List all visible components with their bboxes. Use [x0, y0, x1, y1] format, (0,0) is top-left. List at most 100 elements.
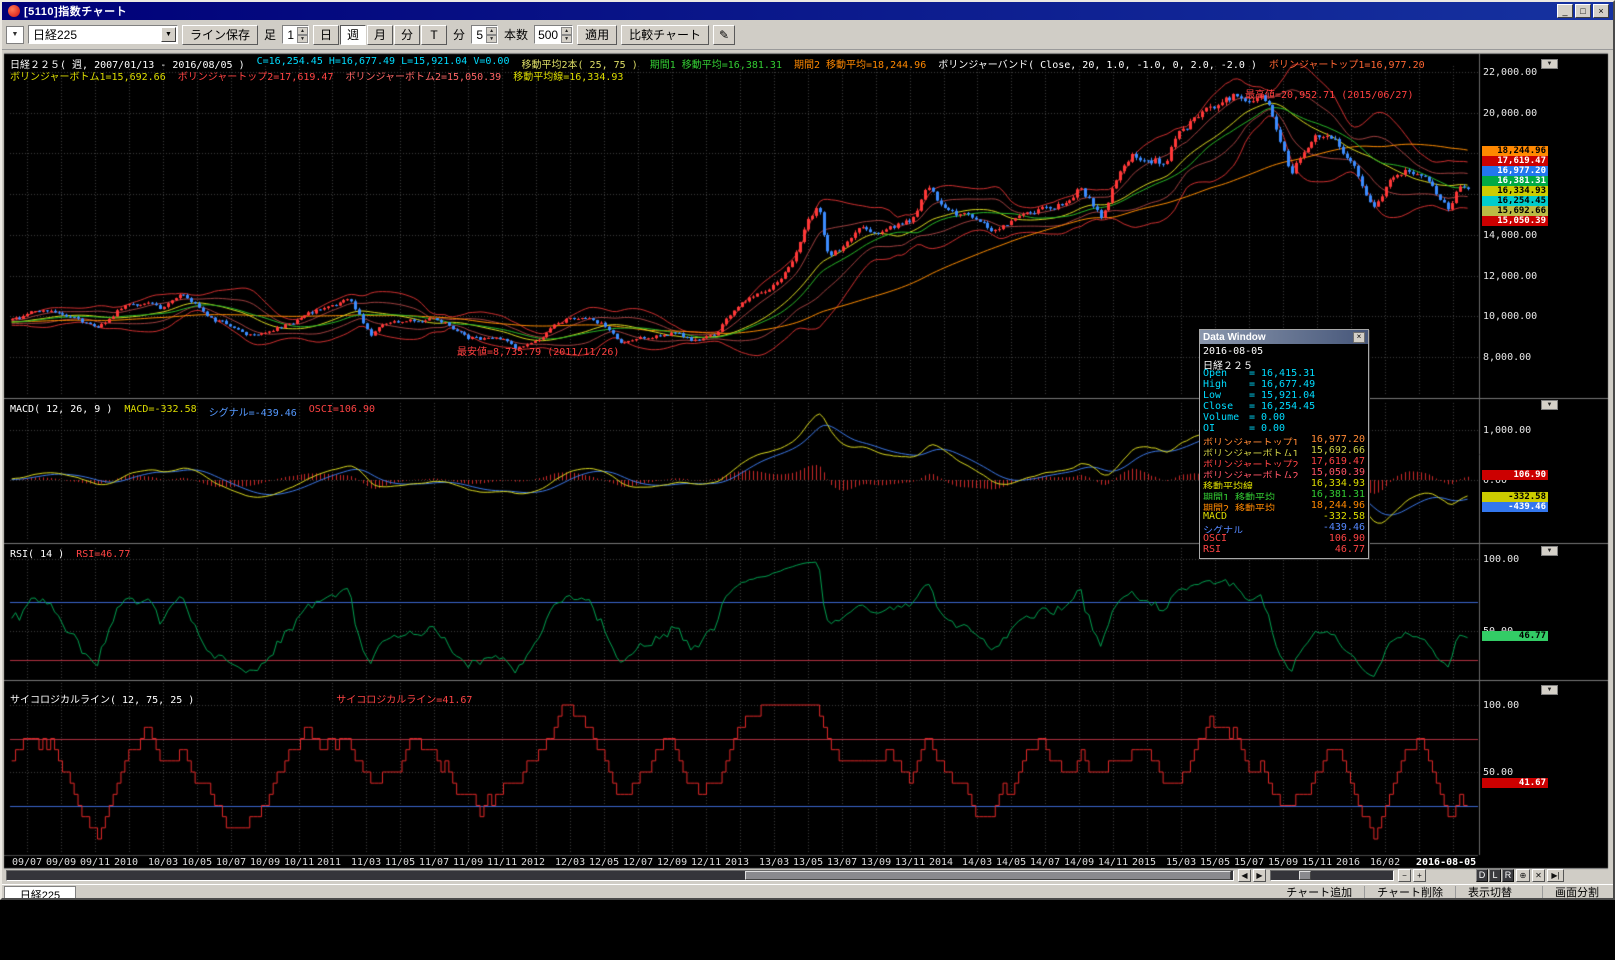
toggle-display-button[interactable]: 表示切替	[1455, 886, 1524, 900]
scroll-right-button[interactable]: ▶	[1253, 869, 1266, 882]
apply-button[interactable]: 適用	[577, 25, 617, 45]
data-window-titlebar[interactable]: Data Window ×	[1200, 330, 1368, 344]
data-window-row: 期間1 移動平均16,381.31	[1203, 489, 1365, 500]
x-axis-label: 10/11	[284, 857, 314, 868]
panel-collapse-button[interactable]: ▼	[1541, 400, 1558, 410]
indicator-tag: -439.46	[1482, 502, 1548, 512]
chart-tab[interactable]: 日経225	[4, 886, 76, 900]
scrollbar-track[interactable]	[6, 870, 1234, 881]
price-tag: 16,977.20	[1482, 166, 1548, 176]
data-window-row-value: 16,334.93	[1311, 478, 1365, 489]
equals-sign: =	[1249, 379, 1261, 390]
data-window-row-label: Close	[1203, 401, 1249, 412]
chart-canvas[interactable]	[2, 2, 1615, 900]
x-axis-label: 14/09	[1064, 857, 1094, 868]
zoom-slider-thumb[interactable]	[1299, 871, 1311, 880]
indicator-value: RSI=46.77	[76, 549, 130, 560]
jump-latest-button[interactable]: ▶|	[1547, 869, 1564, 882]
price-tag: 17,619.47	[1482, 156, 1548, 166]
add-chart-button[interactable]: チャート追加	[1274, 886, 1364, 900]
ashi-count-spinner[interactable]: 1 ▲▼	[282, 25, 309, 44]
minute-spinner[interactable]: 5 ▲▼	[471, 25, 498, 44]
indicator-value: OSCI=106.90	[309, 404, 375, 419]
close-button[interactable]: ×	[1593, 4, 1609, 18]
data-window-panel[interactable]: Data Window × 2016-08-05 日経２２５ Open=16,4…	[1199, 329, 1369, 559]
mode-button-d[interactable]: D	[1476, 869, 1488, 882]
header-segment: ボリンジャートップ2=17,619.47	[178, 68, 334, 83]
data-window-row: 移動平均線16,334.93	[1203, 478, 1365, 489]
spinner-arrows-icon[interactable]: ▲▼	[486, 27, 497, 43]
data-window-row-label: High	[1203, 379, 1249, 390]
period-button-week[interactable]: 週	[340, 25, 366, 45]
scrollbar-thumb[interactable]	[745, 871, 1231, 880]
spinner-up-icon[interactable]: ▲	[561, 27, 572, 35]
chart-close-button[interactable]: ✕	[1532, 869, 1545, 882]
x-axis-label: 16/02	[1370, 857, 1400, 868]
spinner-up-icon[interactable]: ▲	[486, 27, 497, 35]
y-axis-label: 14,000.00	[1483, 230, 1537, 241]
mini-dropdown-button[interactable]: ▼	[6, 26, 24, 44]
magnifier-icon[interactable]: ⊕	[1516, 869, 1530, 882]
spinner-arrows-icon[interactable]: ▲▼	[297, 27, 308, 43]
x-axis-label: 11/03	[351, 857, 381, 868]
data-window-row-label: OI	[1203, 423, 1249, 434]
period-button-minute[interactable]: 分	[394, 25, 420, 45]
spinner-down-icon[interactable]: ▼	[486, 35, 497, 43]
x-axis-label: 13/03	[759, 857, 789, 868]
spinner-down-icon[interactable]: ▼	[297, 35, 308, 43]
period-button-day[interactable]: 日	[313, 25, 339, 45]
data-window-row: Open=16,415.31	[1203, 368, 1365, 379]
zoom-in-button[interactable]: +	[1413, 869, 1426, 882]
zoom-out-button[interactable]: −	[1398, 869, 1411, 882]
bars-spinner[interactable]: 500 ▲▼	[534, 25, 573, 44]
data-window-row-label: OSCI	[1203, 533, 1329, 544]
data-window-row: MACD-332.58	[1203, 511, 1365, 522]
scroll-left-button[interactable]: ◀	[1238, 869, 1251, 882]
remove-chart-button[interactable]: チャート削除	[1364, 886, 1455, 900]
split-screen-button[interactable]: 画面分割	[1542, 886, 1611, 900]
data-window-row-label: Volume	[1203, 412, 1249, 423]
data-window-row-value: 16,677.49	[1261, 379, 1315, 390]
header-segment: 期間1 移動平均=16,381.31	[650, 56, 782, 71]
x-axis-label: 09/11	[80, 857, 110, 868]
price-tag: 16,254.45	[1482, 196, 1548, 206]
data-window-close-button[interactable]: ×	[1353, 332, 1365, 343]
line-save-button[interactable]: ライン保存	[182, 25, 258, 45]
price-tag: 15,692.66	[1482, 206, 1548, 216]
zoom-slider-track[interactable]	[1270, 870, 1394, 881]
data-window-row-label: ボリンジャーボトム2	[1203, 467, 1311, 478]
spinner-arrows-icon[interactable]: ▲▼	[561, 27, 572, 43]
period-button-tick[interactable]: T	[421, 25, 447, 45]
minimize-button[interactable]: _	[1557, 4, 1573, 18]
lowest-price-annotation: 最安値=8,735.79 (2011/11/26)	[457, 343, 619, 358]
mode-button-l[interactable]: L	[1489, 869, 1501, 882]
panel-collapse-button[interactable]: ▼	[1541, 59, 1558, 69]
symbol-combobox[interactable]: 日経225 ▼	[28, 25, 178, 44]
chart-header-line2: ボリンジャーボトム1=15,692.66ボリンジャートップ2=17,619.47…	[10, 68, 623, 83]
draw-line-icon[interactable]: ✎	[713, 25, 735, 45]
data-window-row-value: 15,050.39	[1311, 467, 1365, 478]
x-axis-label: 12/05	[589, 857, 619, 868]
data-window-row-label: 期間1 移動平均	[1203, 489, 1311, 500]
panel-collapse-button[interactable]: ▼	[1541, 685, 1558, 695]
y-axis-label: 100.00	[1483, 700, 1519, 711]
application-window: [5110]指数チャート _ □ × ▼ 日経225 ▼ ライン保存 足 1 ▲…	[0, 0, 1615, 900]
maximize-button[interactable]: □	[1575, 4, 1591, 18]
spinner-up-icon[interactable]: ▲	[297, 27, 308, 35]
panel-collapse-button[interactable]: ▼	[1541, 546, 1558, 556]
macd-header: MACD( 12, 26, 9 )MACD=-332.58シグナル=-439.4…	[10, 404, 375, 419]
spinner-down-icon[interactable]: ▼	[561, 35, 572, 43]
period-button-month[interactable]: 月	[367, 25, 393, 45]
data-window-row: シグナル-439.46	[1203, 522, 1365, 533]
data-window-row-label: MACD	[1203, 511, 1323, 522]
x-axis-label: 10/09	[250, 857, 280, 868]
indicator-tag: 106.90	[1482, 470, 1548, 480]
compare-chart-button[interactable]: 比較チャート	[621, 25, 709, 45]
mode-button-r[interactable]: R	[1502, 869, 1514, 882]
period-button-group: 日週月分T	[313, 25, 447, 45]
data-window-row-label: 期間2 移動平均	[1203, 500, 1311, 511]
indicator-tag: 41.67	[1482, 778, 1548, 788]
data-window-row-label: ボリンジャーボトム1	[1203, 445, 1311, 456]
data-window-row: OSCI106.90	[1203, 533, 1365, 544]
toolbar: ▼ 日経225 ▼ ライン保存 足 1 ▲▼ 日週月分T 分 5 ▲▼ 本数 5…	[2, 20, 1613, 50]
